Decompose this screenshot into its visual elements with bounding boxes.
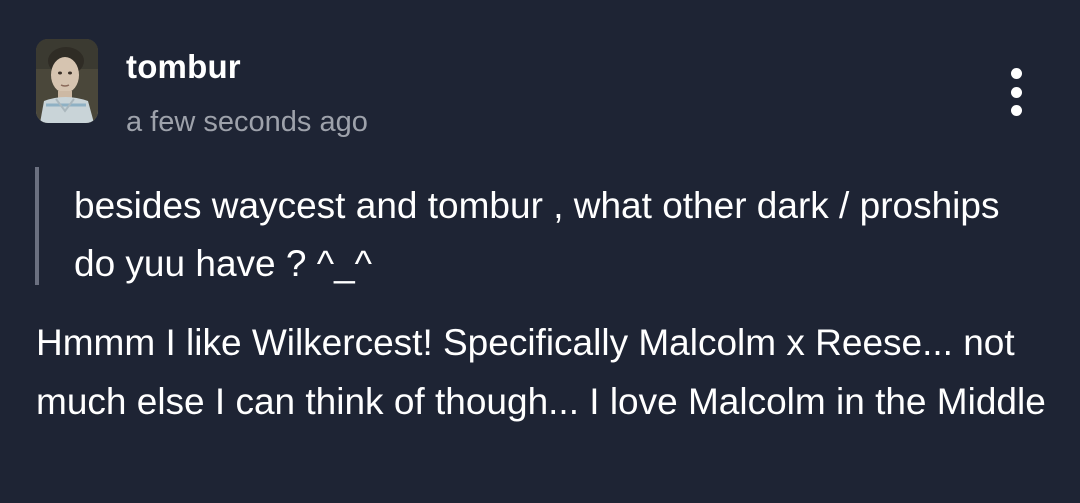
ask-quote: besides waycest and tombur , what other …: [35, 167, 1035, 285]
quote-bar: [35, 167, 39, 285]
ellipsis-dot-icon: [1010, 86, 1022, 98]
post-header: tombur a few seconds ago: [0, 0, 1080, 150]
more-options-button[interactable]: [996, 64, 1036, 120]
author-username[interactable]: tombur: [126, 48, 241, 86]
post-timestamp: a few seconds ago: [126, 106, 368, 138]
ellipsis-dot-icon: [1010, 105, 1022, 116]
avatar[interactable]: [36, 39, 98, 123]
ask-question-text: besides waycest and tombur , what other …: [74, 185, 1000, 284]
avatar-photo-icon: [36, 39, 98, 123]
ellipsis-dot-icon: [1010, 68, 1022, 79]
answer-text: Hmmm I like Wilkercest! Specifically Mal…: [36, 322, 1046, 422]
